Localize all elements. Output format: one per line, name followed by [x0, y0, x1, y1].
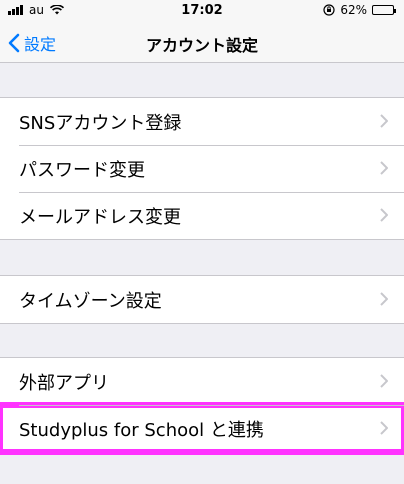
row-label: 外部アプリ — [19, 372, 109, 394]
row-label: SNSアカウント登録 — [19, 112, 182, 134]
chevron-right-icon — [380, 421, 388, 435]
row-external-apps[interactable]: 外部アプリ — [0, 358, 404, 405]
row-email-change[interactable]: メールアドレス変更 — [0, 192, 404, 239]
status-bar: au 17:02 62% — [0, 0, 404, 22]
orientation-lock-icon — [323, 4, 335, 16]
row-label: タイムゾーン設定 — [19, 290, 162, 312]
chevron-right-icon — [380, 161, 388, 175]
row-studyplus-for-school[interactable]: Studyplus for School と連携 — [0, 402, 404, 455]
row-sns-account[interactable]: SNSアカウント登録 — [0, 98, 404, 145]
page-title: アカウント設定 — [145, 36, 258, 55]
row-label: メールアドレス変更 — [19, 206, 181, 228]
row-label: Studyplus for School と連携 — [19, 419, 264, 441]
battery-percent: 62% — [340, 3, 367, 17]
settings-group-timezone: タイムゾーン設定 — [0, 275, 404, 324]
row-label: パスワード変更 — [19, 159, 145, 181]
battery-icon — [372, 5, 396, 15]
row-timezone[interactable]: タイムゾーン設定 — [0, 276, 404, 323]
chevron-right-icon — [380, 114, 388, 128]
navigation-bar: 設定 アカウント設定 — [0, 22, 404, 63]
account-settings-screen: au 17:02 62% 設定 アカウント設定 SNSアカウント登録 パスワード… — [0, 0, 404, 484]
chevron-right-icon — [380, 292, 388, 306]
status-right: 62% — [323, 3, 396, 17]
chevron-right-icon — [380, 208, 388, 222]
row-password-change[interactable]: パスワード変更 — [0, 145, 404, 192]
chevron-right-icon — [380, 374, 388, 388]
settings-group-external: 外部アプリ Studyplus for School と連携 — [0, 357, 404, 455]
settings-group-account: SNSアカウント登録 パスワード変更 メールアドレス変更 — [0, 97, 404, 240]
